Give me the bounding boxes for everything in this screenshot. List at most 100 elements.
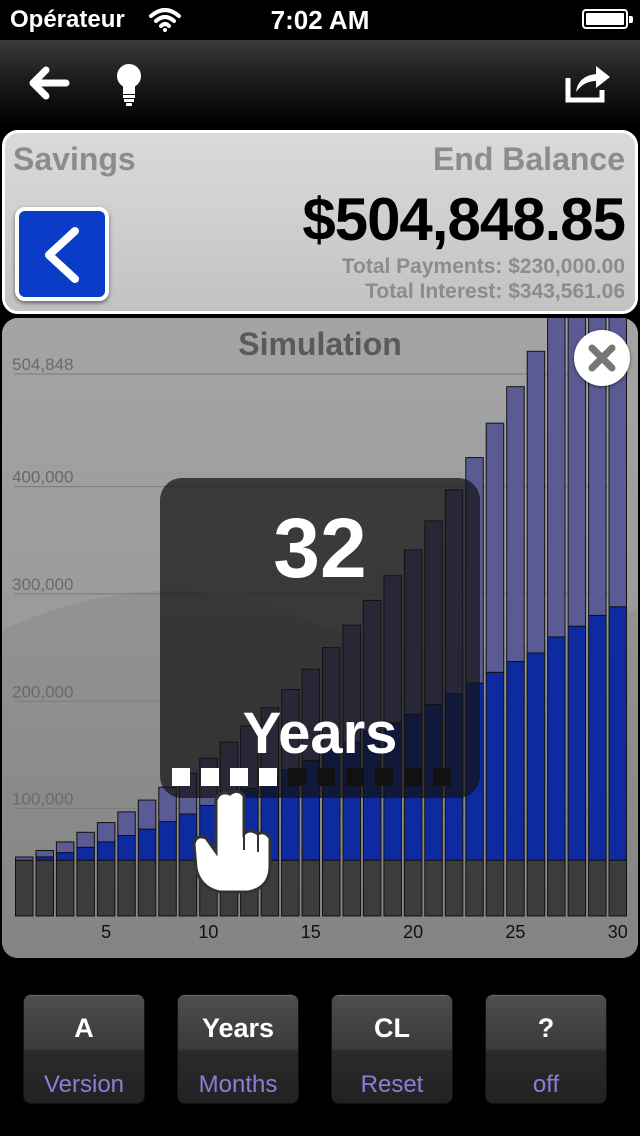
progress-dot — [172, 768, 190, 786]
bar-segment — [55, 841, 75, 854]
years-button-label: Years — [201, 1013, 275, 1043]
x-tick-label: 30 — [608, 922, 628, 942]
years-months-button[interactable]: Years Months — [177, 994, 299, 1104]
bar-segment — [158, 821, 177, 861]
bar-segment — [76, 859, 95, 917]
back-arrow-icon[interactable] — [24, 58, 74, 108]
progress-dot — [433, 768, 451, 786]
bar-segment — [15, 859, 34, 917]
close-button[interactable] — [574, 330, 630, 386]
bar-segment — [137, 828, 157, 861]
total-interest: Total Interest: $343,561.06 — [365, 280, 625, 303]
progress-dot — [404, 768, 422, 786]
bar-segment — [55, 852, 75, 861]
lightbulb-icon[interactable] — [104, 58, 154, 108]
bar-segment — [547, 859, 566, 917]
bar-segment — [485, 859, 505, 917]
bar-segment — [403, 859, 423, 917]
bar-segment — [117, 811, 136, 836]
battery-icon — [582, 9, 633, 29]
bar-segment — [567, 625, 587, 861]
progress-dot — [346, 768, 364, 786]
savings-summary-panel: Savings End Balance $504,848.85 Total Pa… — [2, 130, 638, 314]
duration-value: 32 — [273, 501, 367, 595]
bar-segment — [485, 671, 505, 861]
bar-segment — [506, 661, 525, 861]
bar-segment — [506, 386, 525, 662]
bar-segment — [322, 859, 341, 917]
bar-segment — [362, 859, 382, 917]
bar-segment — [588, 859, 607, 917]
bar-segment — [526, 350, 546, 654]
bar-segment — [76, 831, 95, 848]
duration-unit: Years — [242, 701, 398, 766]
help-button[interactable]: ? off — [485, 994, 607, 1104]
bar-segment — [96, 859, 116, 917]
progress-dot — [259, 768, 277, 786]
clock: 7:02 AM — [270, 5, 370, 35]
end-balance-label: End Balance — [432, 141, 625, 177]
nav-bar — [0, 40, 640, 126]
months-button-label: Months — [198, 1071, 278, 1098]
progress-dot — [375, 768, 393, 786]
help-button-label: ? — [537, 1013, 555, 1043]
app-screen: Opérateur 7:02 AM Savings End Balance $5… — [0, 0, 640, 1136]
x-tick-label: 25 — [505, 922, 525, 942]
x-tick-label: 20 — [403, 922, 423, 942]
bar-segment — [55, 859, 75, 917]
bar-segment — [526, 652, 546, 861]
bar-segment — [301, 859, 320, 917]
y-tick-label: 200,000 — [12, 682, 73, 701]
y-tick-label: 400,000 — [12, 468, 73, 487]
version-button-bottom-label: Version — [43, 1071, 125, 1098]
duration-progress-dots — [172, 768, 472, 786]
version-button[interactable]: A Version — [23, 994, 145, 1104]
y-tick-label: 300,000 — [12, 575, 73, 594]
bar-segment — [76, 846, 95, 861]
bar-segment — [608, 859, 627, 917]
progress-dot — [230, 768, 248, 786]
bar-segment — [35, 859, 54, 917]
bar-segment — [444, 859, 464, 917]
bar-segment — [281, 859, 300, 917]
y-tick-label: 100,000 — [12, 790, 73, 809]
clear-reset-button[interactable]: CL Reset — [331, 994, 453, 1104]
previous-button[interactable] — [15, 207, 109, 301]
bar-segment — [342, 859, 361, 917]
bar-segment — [137, 859, 157, 917]
bar-segment — [96, 841, 116, 861]
total-payments: Total Payments: $230,000.00 — [341, 255, 625, 278]
savings-title: Savings — [13, 141, 136, 177]
close-icon — [588, 344, 616, 372]
bar-segment — [506, 859, 525, 917]
progress-dot — [201, 768, 219, 786]
x-tick-label: 5 — [101, 922, 111, 942]
simulation-title: Simulation — [238, 326, 402, 362]
bar-segment — [608, 606, 627, 861]
x-tick-label: 10 — [198, 922, 218, 942]
end-balance-value: $504,848.85 — [302, 186, 626, 253]
bar-segment — [547, 636, 566, 861]
pointing-hand-icon — [192, 789, 272, 894]
share-icon[interactable] — [562, 58, 612, 108]
reset-button-label: Reset — [360, 1071, 424, 1098]
version-button-top-label: A — [74, 1013, 94, 1043]
bar-segment — [158, 859, 177, 917]
bar-segment — [96, 822, 116, 843]
bar-segment — [547, 318, 566, 638]
bar-segment — [424, 859, 443, 917]
duration-overlay[interactable]: 32 Years — [160, 478, 480, 798]
bar-segment — [526, 859, 546, 917]
bar-segment — [15, 856, 34, 861]
bar-segment — [137, 799, 157, 830]
bar-segment — [567, 859, 587, 917]
clear-button-label: CL — [374, 1013, 410, 1043]
help-state-label: off — [532, 1071, 560, 1098]
progress-dot — [288, 768, 306, 786]
bar-segment — [383, 859, 402, 917]
bar-segment — [588, 614, 607, 861]
bar-segment — [117, 835, 136, 861]
bar-segment — [35, 856, 54, 861]
bar-segment — [117, 859, 136, 917]
bar-segment — [35, 850, 54, 858]
